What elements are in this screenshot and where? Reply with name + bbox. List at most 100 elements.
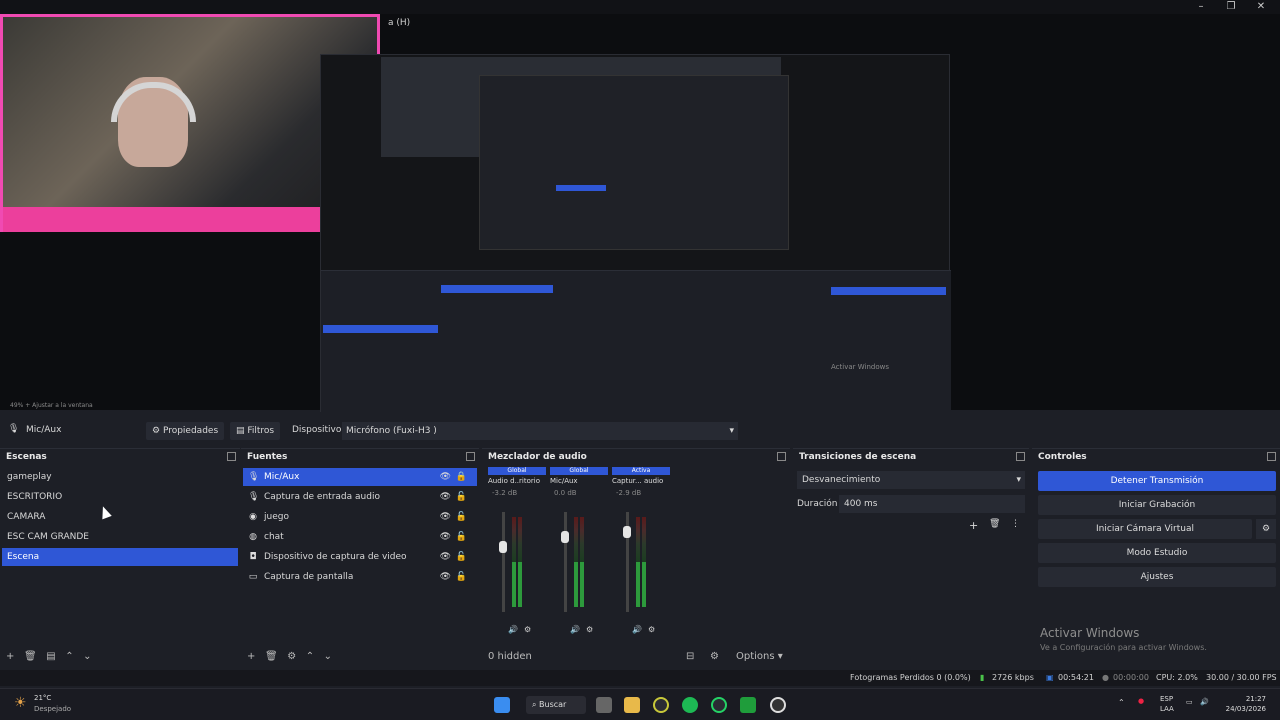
scene-item-escritorio[interactable]: ESCRITORIO bbox=[2, 488, 238, 506]
studio-mode-button[interactable]: Modo Estudio bbox=[1038, 543, 1276, 563]
unlock-icon[interactable]: 🔓 bbox=[456, 568, 467, 586]
unlock-icon[interactable]: 🔓 bbox=[456, 508, 467, 526]
move-down-icon[interactable]: ⌄ bbox=[83, 651, 91, 662]
channel-name[interactable]: Mic/Aux bbox=[550, 477, 608, 485]
language[interactable]: ESP bbox=[1160, 695, 1173, 703]
start-recording-button[interactable]: Iniciar Grabación bbox=[1038, 495, 1276, 515]
gear-icon[interactable]: ⚙ bbox=[524, 625, 531, 634]
add-icon[interactable]: + bbox=[969, 519, 978, 532]
move-up-icon[interactable]: ⌃ bbox=[306, 651, 314, 662]
move-down-icon[interactable]: ⌄ bbox=[324, 651, 332, 662]
xbox-icon[interactable] bbox=[740, 697, 756, 713]
taskbar-search[interactable]: ⌕ Buscar bbox=[526, 696, 586, 714]
source-item[interactable]: ◘ Dispositivo de captura de video 👁 🔓 bbox=[243, 548, 477, 566]
obs-icon[interactable] bbox=[770, 697, 786, 713]
unlock-icon[interactable]: 🔓 bbox=[456, 548, 467, 566]
device-label: Dispositivo bbox=[292, 425, 342, 435]
source-item[interactable]: 🎙 Captura de entrada audio 👁 🔓 bbox=[243, 488, 477, 506]
file-explorer-icon[interactable] bbox=[624, 697, 640, 713]
clock-time[interactable]: 21:27 bbox=[1220, 695, 1266, 703]
gear-icon[interactable]: ⚙ bbox=[287, 651, 296, 662]
gear-icon[interactable]: ⚙ bbox=[1256, 519, 1276, 539]
move-up-icon[interactable]: ⌃ bbox=[65, 651, 73, 662]
device-dropdown[interactable]: Micrófono (Fuxi-H3 ) ▾ bbox=[342, 422, 738, 440]
stop-stream-button[interactable]: Detener Transmisión bbox=[1038, 471, 1276, 491]
record-icon: ● bbox=[1102, 673, 1109, 682]
options-button[interactable]: Options ▾ bbox=[736, 648, 783, 666]
unlock-icon[interactable]: 🔓 bbox=[456, 528, 467, 546]
eye-icon[interactable]: 👁 bbox=[440, 508, 451, 526]
channel-name[interactable]: Audio d..ritorio bbox=[488, 477, 546, 485]
volume-slider[interactable] bbox=[499, 512, 507, 612]
task-view-icon[interactable] bbox=[596, 697, 612, 713]
title-fragment: a (H) bbox=[388, 18, 411, 28]
unlock-icon[interactable]: 🔓 bbox=[456, 488, 467, 506]
layout-icon[interactable]: ⊟ bbox=[686, 648, 694, 666]
monitor-icon[interactable]: ▭ bbox=[1186, 698, 1193, 706]
eye-icon[interactable]: 👁 bbox=[440, 488, 451, 506]
eye-icon[interactable]: 👁 bbox=[440, 548, 451, 566]
trash-icon[interactable]: 🗑 bbox=[265, 651, 278, 662]
source-item[interactable]: ◉ juego 👁 🔓 bbox=[243, 508, 477, 526]
start-virtual-camera-button[interactable]: Iniciar Cámara Virtual bbox=[1038, 519, 1252, 539]
level-meter bbox=[512, 517, 516, 607]
volume-slider[interactable] bbox=[623, 512, 631, 612]
camera-icon: ◘ bbox=[249, 552, 257, 562]
source-item[interactable]: ▭ Captura de pantalla 👁 🔓 bbox=[243, 568, 477, 586]
whatsapp-icon[interactable] bbox=[711, 697, 727, 713]
properties-button[interactable]: ⚙ Propiedades bbox=[146, 422, 225, 440]
chevron-up-icon[interactable]: ⌃ bbox=[1118, 698, 1125, 707]
trash-icon[interactable]: 🗑 bbox=[989, 519, 1000, 529]
gear-icon[interactable]: ⚙ bbox=[648, 625, 655, 634]
status-bar: Fotogramas Perdidos 0 (0.0%) ▮ 2726 kbps… bbox=[0, 670, 1280, 686]
volume-knob[interactable] bbox=[561, 531, 569, 543]
eye-icon[interactable]: 👁 bbox=[440, 468, 451, 486]
undock-icon[interactable] bbox=[1016, 452, 1025, 461]
source-item[interactable]: 🎙 Mic/Aux 👁 🔒 bbox=[243, 468, 477, 486]
level-meter bbox=[636, 517, 640, 607]
more-icon[interactable]: ⋮ bbox=[1011, 519, 1020, 529]
clock-date: 24/03/2026 bbox=[1225, 705, 1266, 713]
eye-icon[interactable]: 👁 bbox=[440, 568, 451, 586]
undock-icon[interactable] bbox=[1267, 452, 1276, 461]
close-button[interactable]: ✕ bbox=[1246, 0, 1276, 14]
eye-icon[interactable]: 👁 bbox=[440, 528, 451, 546]
lock-icon[interactable]: 🔒 bbox=[456, 468, 467, 486]
scene-item-gameplay[interactable]: gameplay bbox=[2, 468, 238, 486]
scene-item-esc-cam-grande[interactable]: ESC CAM GRANDE bbox=[2, 528, 238, 546]
mute-icon[interactable]: 🔊 bbox=[508, 625, 518, 634]
duration-input[interactable]: 400 ms bbox=[839, 495, 1025, 513]
mic-icon[interactable]: ● bbox=[1138, 697, 1144, 705]
zoom-control[interactable]: 49% + Ajustar a la ventana bbox=[0, 402, 1280, 412]
gear-icon[interactable]: ⚙ bbox=[710, 648, 719, 666]
nested-watermark: Activar Windows bbox=[831, 363, 889, 371]
gear-icon: ⚙ bbox=[152, 426, 163, 436]
undock-icon[interactable] bbox=[777, 452, 786, 461]
app-icon[interactable] bbox=[653, 697, 669, 713]
scene-item-camara[interactable]: CAMARA bbox=[2, 508, 238, 526]
channel-name[interactable]: Captur... audio bbox=[612, 477, 670, 485]
trash-icon[interactable]: 🗑 bbox=[24, 651, 37, 662]
filters-button[interactable]: ▤ Filtros bbox=[230, 422, 281, 440]
add-icon[interactable]: + bbox=[6, 651, 14, 662]
minimize-button[interactable]: – bbox=[1186, 0, 1216, 14]
spotify-icon[interactable] bbox=[682, 697, 698, 713]
volume-slider[interactable] bbox=[561, 512, 569, 612]
volume-icon[interactable]: 🔊 bbox=[1200, 698, 1209, 706]
volume-knob[interactable] bbox=[499, 541, 507, 553]
undock-icon[interactable] bbox=[466, 452, 475, 461]
mute-icon[interactable]: 🔊 bbox=[570, 625, 580, 634]
windows-start-icon[interactable] bbox=[494, 697, 510, 713]
filter-icon[interactable]: ▤ bbox=[46, 651, 55, 662]
transition-select[interactable]: Desvanecimiento ▾ bbox=[797, 471, 1025, 489]
scene-item-escena[interactable]: Escena bbox=[2, 548, 238, 566]
undock-icon[interactable] bbox=[227, 452, 236, 461]
source-item[interactable]: ◍ chat 👁 🔓 bbox=[243, 528, 477, 546]
preview-canvas[interactable]: a (H) Activar Windows 49% + Ajustar a la… bbox=[0, 14, 1280, 413]
settings-button[interactable]: Ajustes bbox=[1038, 567, 1276, 587]
maximize-button[interactable]: ❐ bbox=[1216, 0, 1246, 14]
mute-icon[interactable]: 🔊 bbox=[632, 625, 642, 634]
volume-knob[interactable] bbox=[623, 526, 631, 538]
add-icon[interactable]: + bbox=[247, 651, 255, 662]
gear-icon[interactable]: ⚙ bbox=[586, 625, 593, 634]
